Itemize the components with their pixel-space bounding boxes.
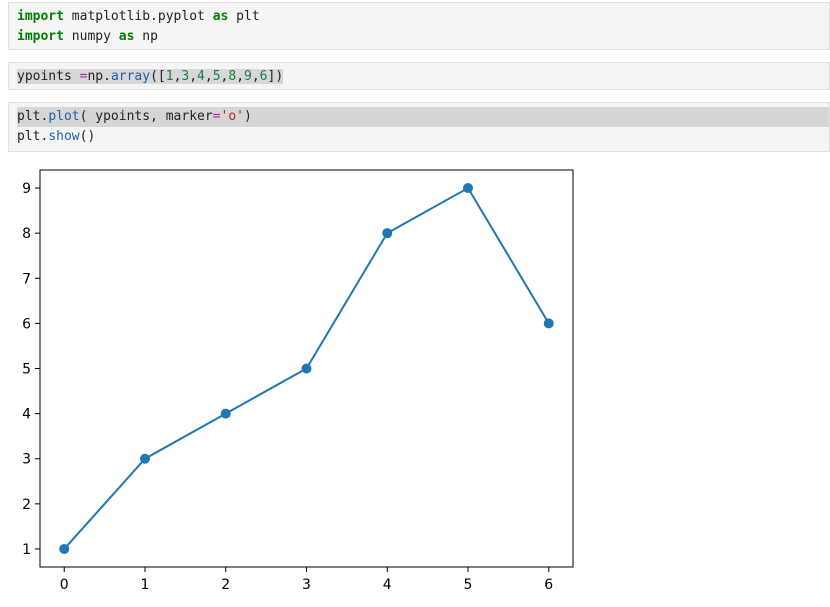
code-token: plt. — [17, 109, 49, 124]
code-token: ([ — [150, 69, 166, 84]
code-token: 1 — [165, 69, 174, 84]
y-tick-label: 5 — [22, 362, 31, 378]
data-point-marker — [301, 363, 312, 374]
code-token: , — [236, 69, 245, 84]
code-token: 9 — [244, 69, 252, 84]
data-point-marker — [543, 318, 554, 329]
code-cell-plot[interactable]: plt.plot( ypoints, marker='o') plt.show() — [8, 102, 830, 152]
code-line: import numpy as np — [17, 27, 829, 47]
code-token: , — [204, 69, 213, 84]
y-tick-label: 7 — [22, 271, 31, 287]
x-tick-label: 2 — [221, 577, 230, 593]
code-token: () — [79, 129, 96, 144]
code-token: 8 — [228, 69, 237, 84]
code-token: array — [110, 69, 151, 84]
line-plot-output: 1 2 3 4 5 6 7 8 9 0 1 2 3 4 5 6 — [22, 169, 574, 593]
code-line: plt.show() — [17, 127, 829, 147]
data-point-marker — [59, 543, 70, 554]
code-token: 4 — [197, 69, 205, 84]
code-token: np — [134, 29, 158, 44]
code-token: ypoints — [17, 69, 80, 84]
code-token: , — [251, 69, 260, 84]
code-token: 5 — [212, 69, 221, 84]
data-point-marker — [220, 408, 231, 419]
code-token: ]) — [267, 69, 284, 84]
y-tick-label: 6 — [22, 316, 31, 332]
x-tick-label: 0 — [60, 577, 69, 593]
code-token: numpy — [63, 29, 119, 44]
code-token: , — [189, 69, 198, 84]
code-token: ( ypoints, marker — [79, 109, 213, 124]
code-token: 6 — [259, 69, 268, 84]
x-tick-label: 6 — [544, 577, 553, 593]
code-token: as — [212, 9, 229, 24]
code-token: ) — [244, 109, 252, 124]
code-token: plot — [48, 109, 80, 124]
code-token: 'o' — [220, 109, 244, 124]
code-line: import matplotlib.pyplot as plt — [17, 7, 829, 27]
code-line: plt.plot( ypoints, marker='o') — [17, 107, 829, 127]
y-tick-label: 9 — [22, 181, 31, 197]
data-point-marker — [139, 453, 150, 464]
code-cell-imports[interactable]: import matplotlib.pyplot as plt import nu… — [8, 2, 830, 50]
data-point-marker — [463, 183, 474, 194]
code-token: = — [212, 109, 221, 124]
y-tick-label: 2 — [22, 497, 31, 513]
code-token: plt. — [17, 129, 49, 144]
code-token: as — [118, 29, 135, 44]
x-tick-label: 4 — [383, 577, 392, 593]
x-tick-label: 3 — [302, 577, 311, 593]
code-token: matplotlib.pyplot — [63, 9, 213, 24]
y-tick-label: 3 — [22, 452, 31, 468]
code-token: np. — [87, 69, 111, 84]
data-point-marker — [382, 228, 393, 239]
code-token: import — [17, 29, 64, 44]
y-tick-label: 1 — [22, 542, 31, 558]
code-cell-ypoints[interactable]: ypoints =np.array([1,3,4,5,8,9,6]) — [8, 62, 830, 90]
code-token: plt — [228, 9, 260, 24]
x-tick-label: 5 — [464, 577, 473, 593]
y-tick-label: 8 — [22, 226, 31, 242]
y-tick-label: 4 — [22, 407, 31, 423]
code-line: ypoints =np.array([1,3,4,5,8,9,6]) — [17, 67, 829, 87]
code-token: show — [48, 129, 80, 144]
code-token: import — [17, 9, 64, 24]
x-tick-label: 1 — [141, 577, 150, 593]
